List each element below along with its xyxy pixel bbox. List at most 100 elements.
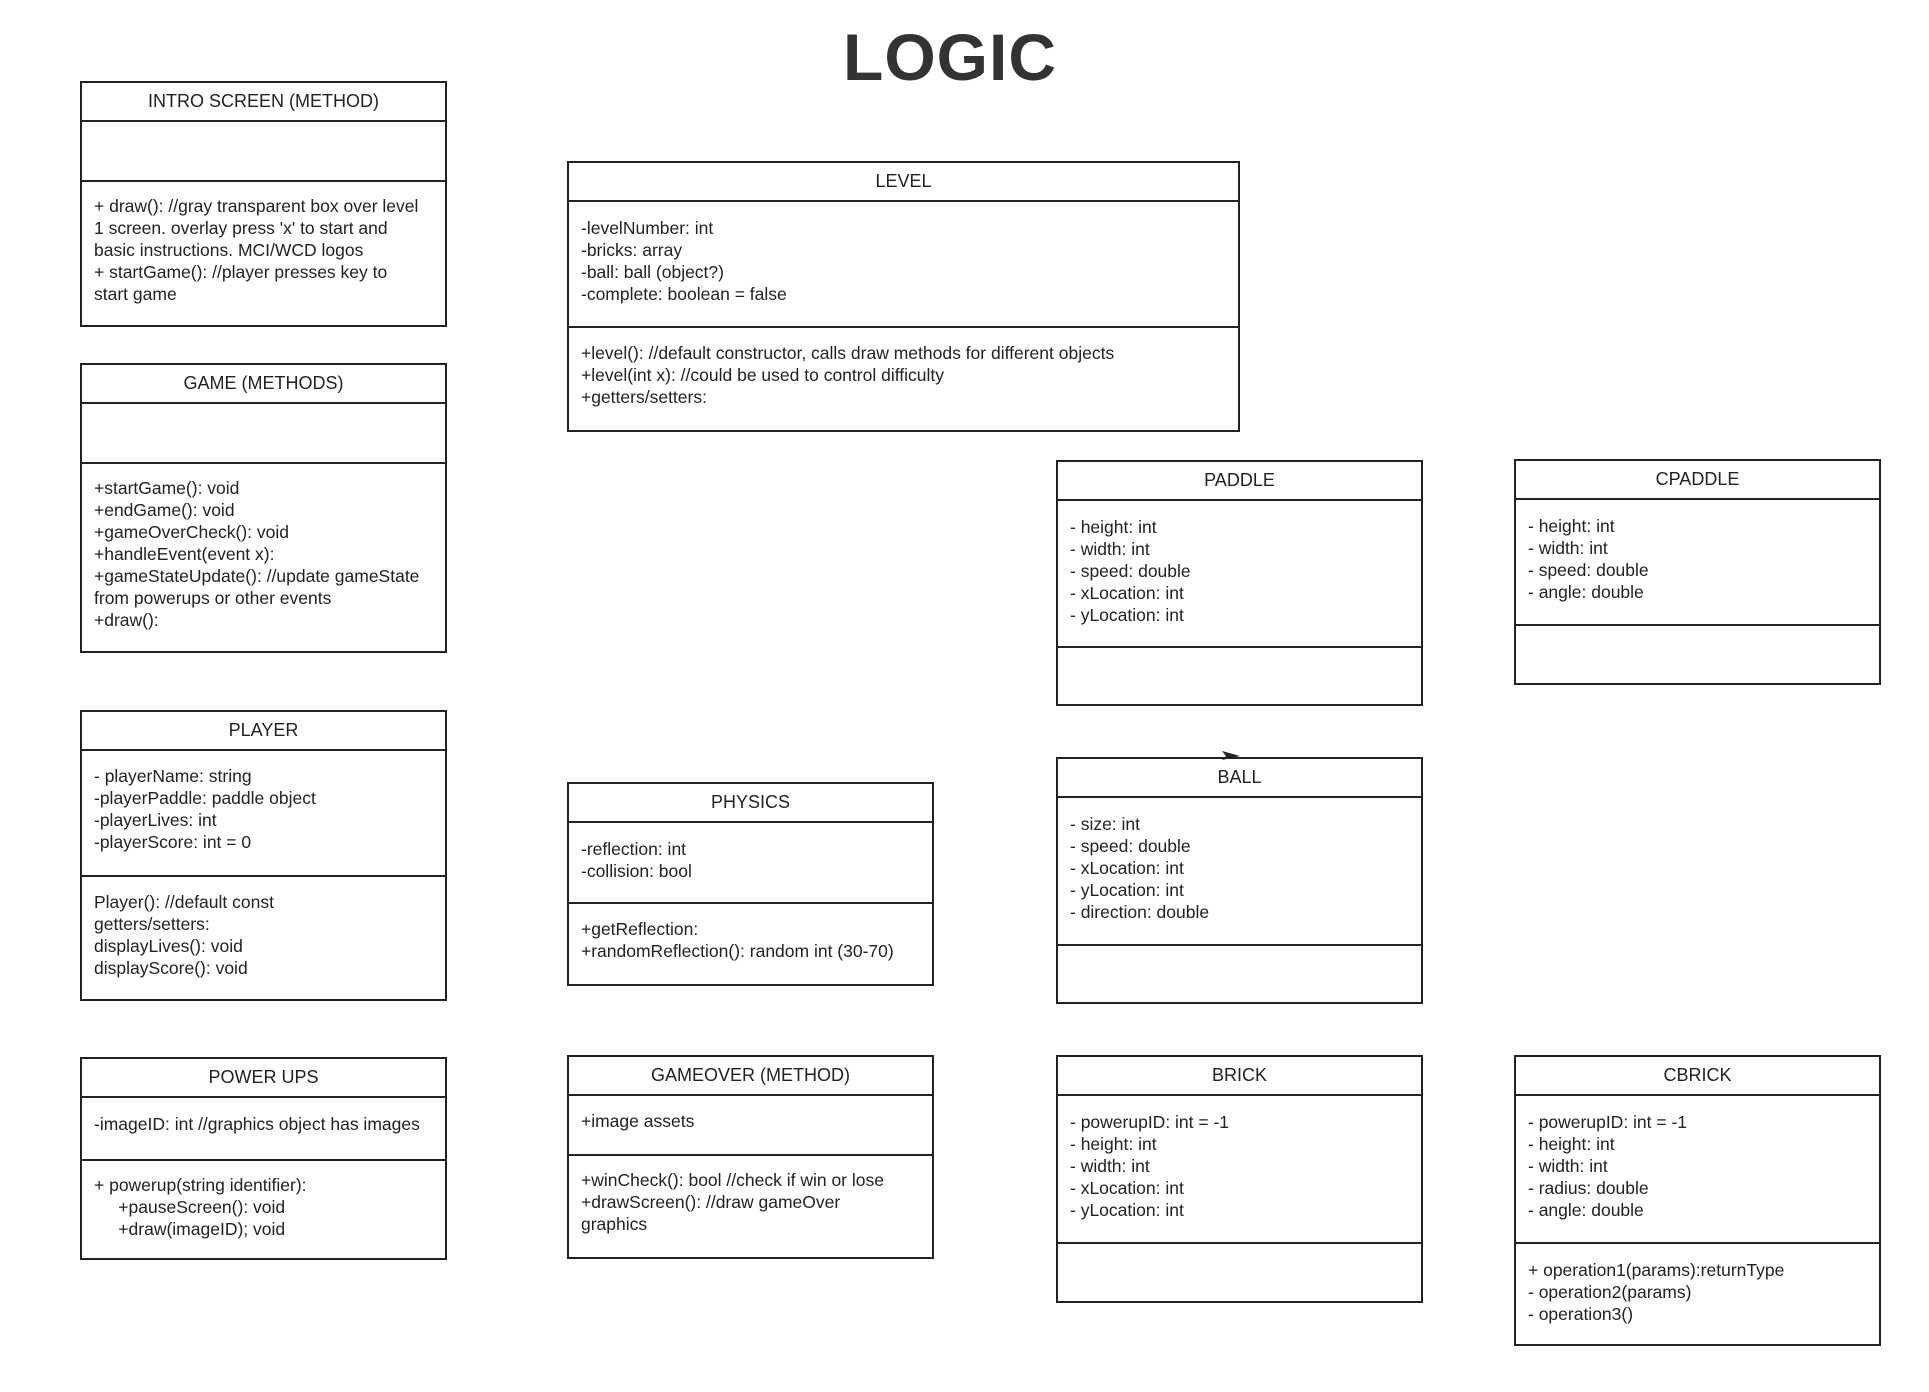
class-method: getters/setters:	[94, 914, 210, 934]
class-player[interactable]: PLAYER - playerName: string -playerPaddle…	[80, 710, 447, 1001]
association-arrow-icon	[1222, 751, 1240, 760]
class-attributes: - playerName: string -playerPaddle: paddl…	[82, 751, 445, 877]
class-methods: + draw(): //gray transparent box over le…	[82, 182, 445, 305]
class-method: + operation1(params):returnType	[1528, 1260, 1785, 1280]
class-attributes	[82, 404, 445, 464]
class-name: PHYSICS	[569, 784, 932, 823]
class-method: +drawScreen(): //draw gameOver	[581, 1192, 841, 1212]
class-method: basic instructions. MCI/WCD logos	[94, 240, 364, 260]
class-methods: + powerup(string identifier): +pauseScre…	[82, 1161, 445, 1240]
class-attribute: - height: int	[1070, 1134, 1157, 1154]
class-attribute: - angle: double	[1528, 1200, 1644, 1220]
class-attribute: - speed: double	[1528, 560, 1649, 580]
class-method: 1 screen. overlay press 'x' to start and	[94, 218, 388, 238]
class-method: + startGame(): //player presses key to	[94, 262, 388, 282]
class-attribute: - angle: double	[1528, 582, 1644, 602]
class-method: - operation3()	[1528, 1304, 1634, 1324]
class-methods: +startGame(): void +endGame(): void +gameO…	[82, 464, 445, 631]
class-attribute: - width: int	[1528, 1156, 1608, 1176]
class-attribute: -collision: bool	[581, 861, 692, 881]
class-intro-screen[interactable]: INTRO SCREEN (METHOD) + draw(): //gray t…	[80, 81, 447, 327]
class-method: +randomReflection(): random int (30-70)	[581, 941, 894, 961]
class-method: +handleEvent(event x):	[94, 544, 275, 564]
class-attributes: - powerupID: int = -1- height: int - widt…	[1516, 1096, 1879, 1244]
class-method: from powerups or other events	[94, 588, 332, 608]
class-attributes: +image assets	[569, 1096, 932, 1156]
class-attribute: - xLocation: int	[1070, 858, 1184, 878]
class-name: GAME (METHODS)	[82, 365, 445, 404]
class-attribute: -ball: ball (object?)	[581, 262, 724, 282]
class-method: graphics	[581, 1214, 648, 1234]
class-attributes: - powerupID: int = -1- height: int - widt…	[1058, 1096, 1421, 1244]
class-method: +endGame(): void	[94, 500, 235, 520]
class-attribute: - xLocation: int	[1070, 583, 1184, 603]
class-name: BALL	[1058, 759, 1421, 798]
class-method: - operation2(params)	[1528, 1282, 1692, 1302]
class-attribute: - yLocation: int	[1070, 880, 1184, 900]
class-name: LEVEL	[569, 163, 1238, 202]
class-attribute: - speed: double	[1070, 836, 1191, 856]
class-attribute: - xLocation: int	[1070, 1178, 1184, 1198]
class-attribute: -levelNumber: int	[581, 218, 714, 238]
class-name: BRICK	[1058, 1057, 1421, 1096]
class-method: + powerup(string identifier):	[94, 1175, 307, 1195]
class-attribute: - speed: double	[1070, 561, 1191, 581]
class-attribute: -playerPaddle: paddle object	[94, 788, 316, 808]
class-level[interactable]: LEVEL -levelNumber: int -bricks: array -ba…	[567, 161, 1240, 432]
class-cpaddle[interactable]: CPADDLE - height: int - width: int - speed…	[1514, 459, 1881, 685]
class-method: displayScore(): void	[94, 958, 248, 978]
class-attribute: - height: int	[1070, 517, 1157, 537]
class-methods: Player(): //default const getters/setters…	[82, 877, 445, 979]
class-power-ups[interactable]: POWER UPS -imageID: int //graphics objec…	[80, 1057, 447, 1260]
class-name: PLAYER	[82, 712, 445, 751]
class-attribute: - height: int	[1528, 516, 1615, 536]
class-attributes: - height: int - width: int - speed: double…	[1516, 500, 1879, 626]
class-attribute: - width: int	[1070, 1156, 1150, 1176]
class-method: +level(): //default constructor, calls d…	[581, 343, 1115, 363]
class-attributes: -imageID: int //graphics object has imag…	[82, 1098, 445, 1161]
class-paddle[interactable]: PADDLE - height: int - width: int - speed:…	[1056, 460, 1423, 706]
class-name: INTRO SCREEN (METHOD)	[82, 83, 445, 122]
class-ball[interactable]: BALL - size: int - speed: double - xLocati…	[1056, 757, 1423, 1004]
class-method: Player(): //default const	[94, 892, 274, 912]
class-attribute: - height: int	[1528, 1134, 1615, 1154]
class-name: GAMEOVER (METHOD)	[569, 1057, 932, 1096]
class-attribute: -reflection: int	[581, 839, 687, 859]
class-attribute: - playerName: string	[94, 766, 252, 786]
class-method: start game	[94, 284, 177, 304]
class-name: CPADDLE	[1516, 461, 1879, 500]
class-attributes: - size: int - speed: double - xLocation: i…	[1058, 798, 1421, 946]
class-attribute: -playerLives: int	[94, 810, 217, 830]
class-method: +draw():	[94, 610, 159, 630]
class-attribute: - size: int	[1070, 814, 1141, 834]
class-name: CBRICK	[1516, 1057, 1879, 1096]
class-method: +getters/setters:	[581, 387, 707, 407]
class-method: +getReflection:	[581, 919, 699, 939]
class-methods: + operation1(params):returnType - operati…	[1516, 1244, 1879, 1325]
class-attribute: -playerScore: int = 0	[94, 832, 252, 852]
class-attribute: - direction: double	[1070, 902, 1210, 922]
class-attribute: - width: int	[1528, 538, 1608, 558]
class-attribute: -bricks: array	[581, 240, 683, 260]
class-method: + draw(): //gray transparent box over le…	[94, 196, 419, 216]
class-attributes: -reflection: int -collision: bool	[569, 823, 932, 904]
class-cbrick[interactable]: CBRICK - powerupID: int = -1- height: in…	[1514, 1055, 1881, 1346]
class-gameover[interactable]: GAMEOVER (METHOD) +image assets +winChec…	[567, 1055, 934, 1259]
class-attribute: - yLocation: int	[1070, 1200, 1184, 1220]
class-attribute: - yLocation: int	[1070, 605, 1184, 625]
class-attribute: - powerupID: int = -1	[1528, 1112, 1688, 1132]
class-physics[interactable]: PHYSICS -reflection: int -collision: bool…	[567, 782, 934, 986]
class-attribute: -imageID: int //graphics object has imag…	[94, 1114, 420, 1134]
class-method: +gameOverCheck(): void	[94, 522, 290, 542]
class-brick[interactable]: BRICK - powerupID: int = -1- height: int…	[1056, 1055, 1423, 1303]
class-methods: +winCheck(): bool //check if win or lose…	[569, 1156, 932, 1235]
class-methods: +getReflection: +randomReflection(): rand…	[569, 904, 932, 962]
class-method: +draw(imageID); void	[94, 1219, 286, 1239]
class-game[interactable]: GAME (METHODS) +startGame(): void +endGam…	[80, 363, 447, 653]
class-attribute: - radius: double	[1528, 1178, 1649, 1198]
class-attribute: - width: int	[1070, 539, 1150, 559]
class-method: +level(int x): //could be used to contro…	[581, 365, 944, 385]
class-method: +gameStateUpdate(): //update gameState	[94, 566, 420, 586]
class-attributes: - height: int - width: int - speed: double…	[1058, 501, 1421, 648]
class-method: +pauseScreen(): void	[94, 1197, 286, 1217]
